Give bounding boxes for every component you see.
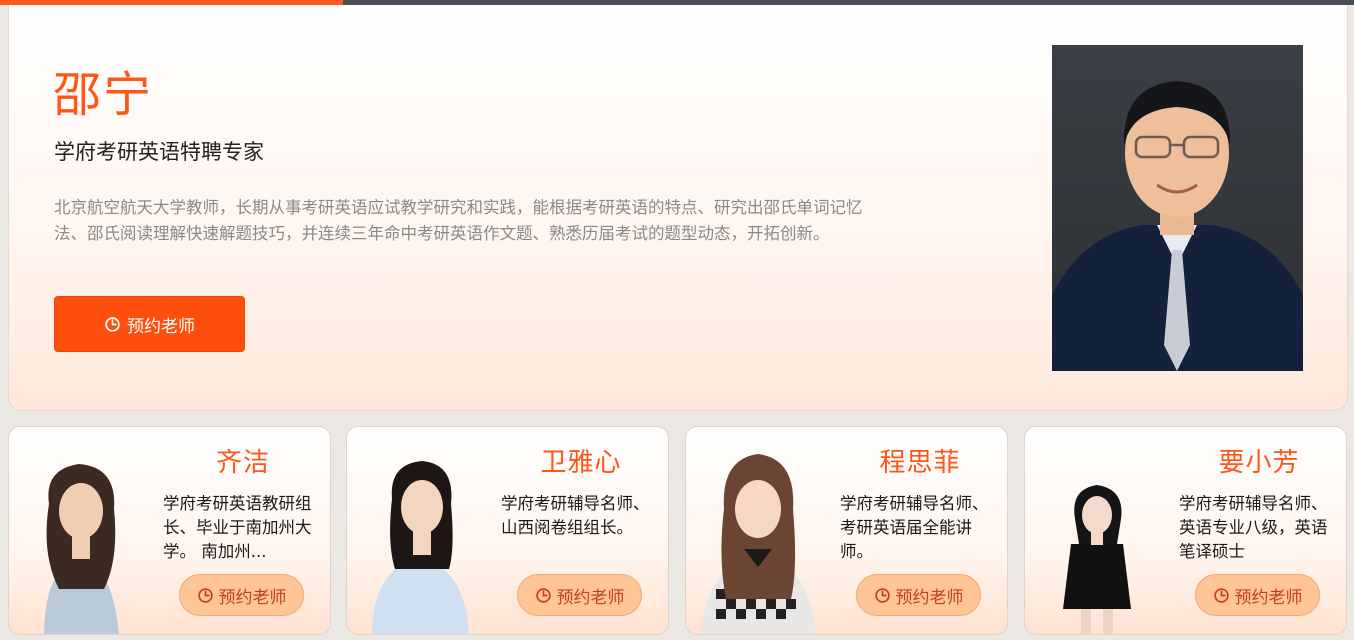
- book-teacher-button-label: 预约老师: [556, 587, 625, 608]
- teacher-card: 程思菲 学府考研辅导名师、考研英语届全能讲师。 预约老师: [685, 426, 1008, 635]
- teacher-card: 要小芳 学府考研辅导名师、英语专业八级，英语笔译硕士 预约老师: [1024, 426, 1347, 635]
- teacher-name: 卫雅心: [540, 448, 622, 478]
- teacher-photo: [696, 449, 821, 634]
- clock-icon: [105, 316, 120, 332]
- book-teacher-button[interactable]: 预约老师: [54, 296, 245, 352]
- teacher-description: 学府考研辅导名师、山西阅卷组组长。: [501, 494, 650, 537]
- clock-icon: [197, 587, 213, 603]
- teacher-photo: [357, 449, 482, 634]
- teacher-name: 要小芳: [1218, 448, 1300, 478]
- featured-teacher-photo: [1052, 45, 1303, 371]
- teacher-photo: [19, 449, 144, 634]
- book-teacher-button-label: 预约老师: [1234, 587, 1303, 608]
- teacher-description: 学府考研辅导名师、英语专业八级，英语笔译硕士: [1179, 494, 1328, 561]
- featured-teacher-description: 北京航空航天大学教师，长期从事考研英语应试教学研究和实践，能根据考研英语的特点、…: [54, 198, 863, 243]
- teacher-card: 卫雅心 学府考研辅导名师、山西阅卷组组长。 预约老师: [346, 426, 669, 635]
- clock-icon: [1213, 587, 1229, 603]
- teacher-name: 程思菲: [879, 448, 961, 478]
- teacher-card: 齐洁 学府考研英语教研组长、毕业于南加州大学。 南加州... 预约老师: [8, 426, 331, 635]
- featured-teacher-panel: 邵宁 学府考研英语特聘专家 北京航空航天大学教师，长期从事考研英语应试教学研究和…: [8, 5, 1348, 411]
- book-teacher-button-label: 预约老师: [127, 316, 195, 337]
- teacher-description: 学府考研英语教研组长、毕业于南加州大学。 南加州...: [163, 494, 312, 561]
- book-teacher-button[interactable]: 预约老师: [856, 574, 981, 616]
- featured-teacher-name: 邵宁: [53, 67, 154, 123]
- clock-icon: [535, 587, 551, 603]
- teacher-name: 齐洁: [215, 448, 270, 478]
- book-teacher-button-label: 预约老师: [895, 587, 964, 608]
- book-teacher-button[interactable]: 预约老师: [179, 574, 304, 616]
- book-teacher-button[interactable]: 预约老师: [517, 574, 642, 616]
- book-teacher-button-label: 预约老师: [218, 587, 287, 608]
- featured-teacher-title: 学府考研英语特聘专家: [54, 140, 264, 164]
- clock-icon: [874, 587, 890, 603]
- book-teacher-button[interactable]: 预约老师: [1195, 574, 1320, 616]
- teacher-photo: [1035, 449, 1160, 634]
- teacher-description: 学府考研辅导名师、考研英语届全能讲师。: [840, 494, 989, 561]
